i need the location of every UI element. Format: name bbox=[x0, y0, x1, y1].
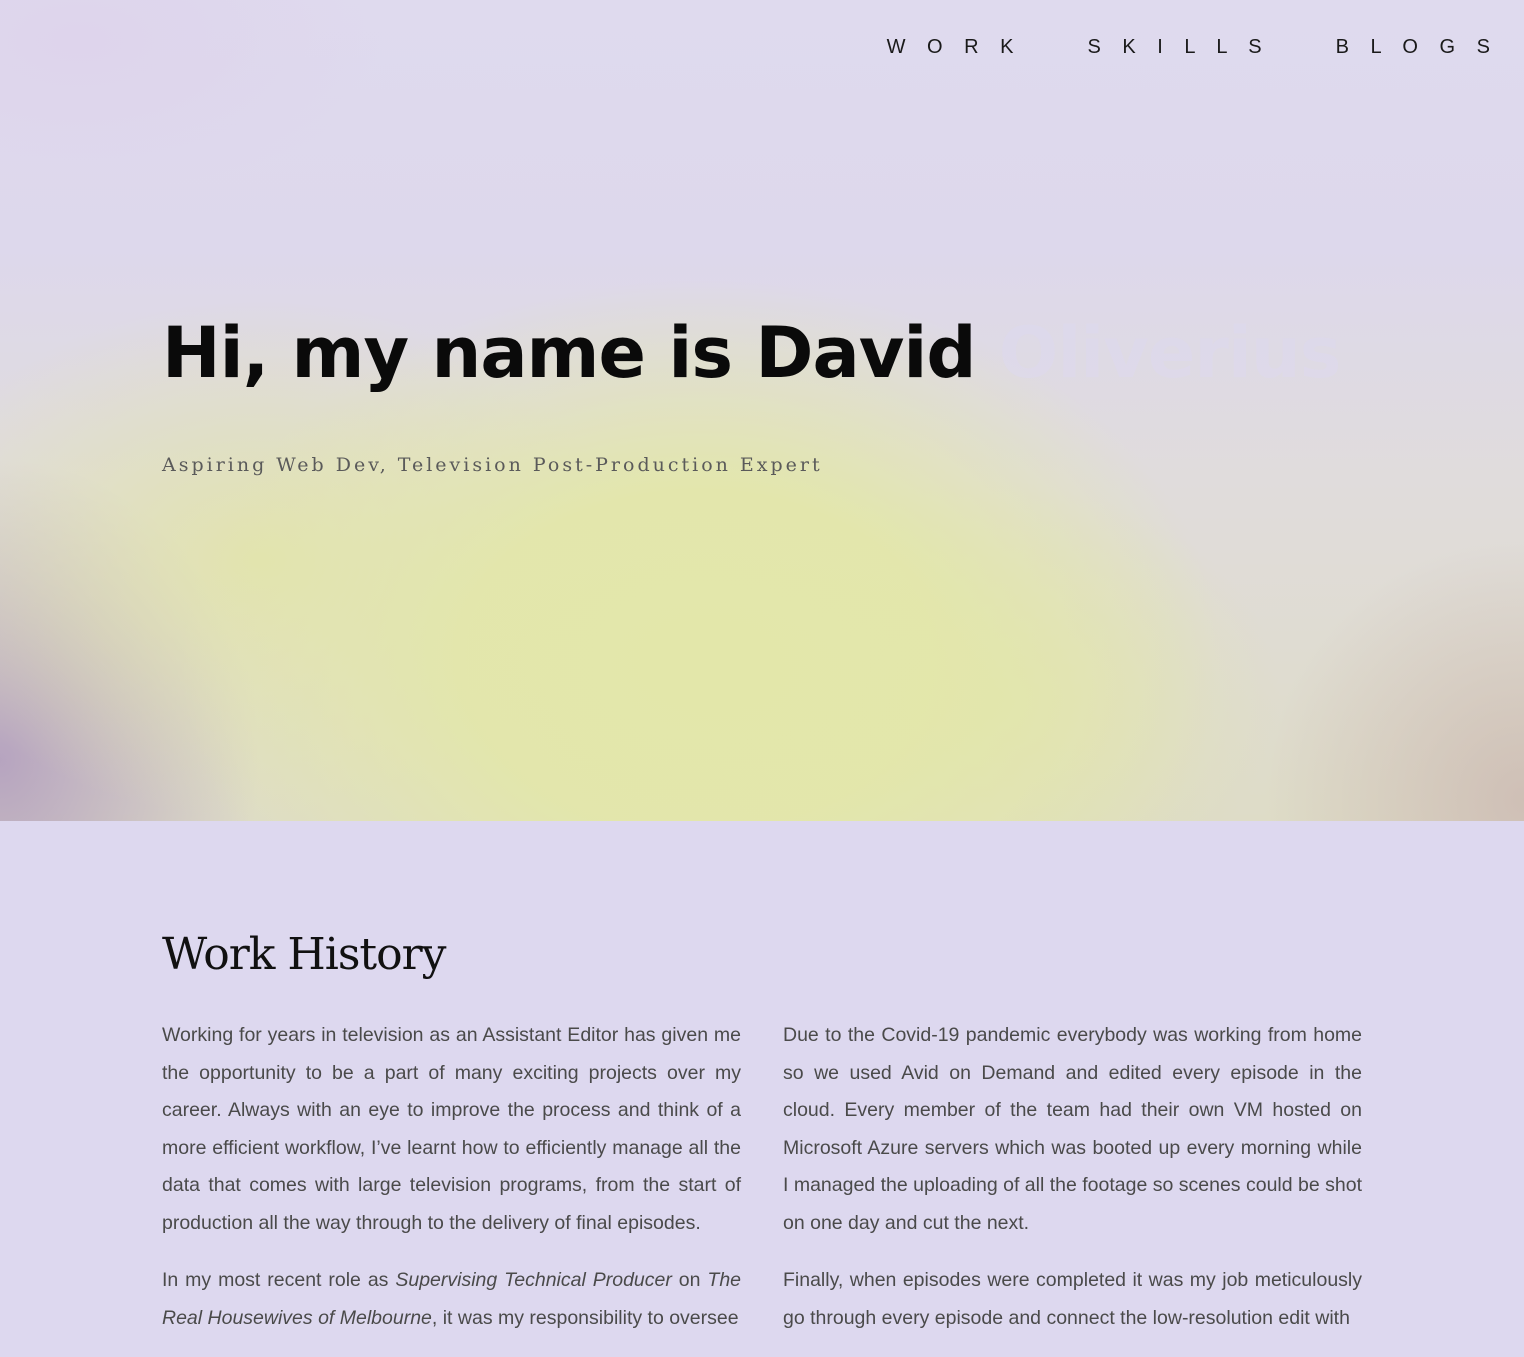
work-history-left-column: Working for years in television as an As… bbox=[162, 1017, 741, 1357]
hero-title-faded: Oliverius bbox=[975, 312, 1342, 394]
work-history-title: Work History bbox=[162, 929, 446, 980]
hero-title: Hi, my name is David Oliverius bbox=[162, 312, 1342, 394]
work-history-right-column: Due to the Covid-19 pandemic everybody w… bbox=[783, 1017, 1362, 1357]
work-paragraph-2-text-b: on bbox=[671, 1269, 708, 1291]
work-paragraph-1: Working for years in television as an As… bbox=[162, 1024, 741, 1234]
nav-link-work[interactable]: W O R K bbox=[887, 36, 1022, 59]
work-paragraph-2-text-c: , it was my responsibility to oversee bbox=[431, 1306, 739, 1329]
nav-link-blogs[interactable]: B L O G S bbox=[1336, 36, 1498, 59]
hero-title-visible: Hi, my name is David bbox=[162, 312, 976, 394]
work-paragraph-2-text-a: In my most recent role as bbox=[162, 1269, 396, 1291]
top-nav: W O R K S K I L L S B L O G S bbox=[887, 36, 1498, 59]
work-role-title: Supervising Technical Producer bbox=[395, 1269, 672, 1291]
work-paragraph-3: Due to the Covid-19 pandemic everybody w… bbox=[783, 1024, 1362, 1234]
work-paragraph-2: In my most recent role as Supervising Te… bbox=[162, 1262, 741, 1337]
hero-gradient-background bbox=[0, 0, 1524, 821]
work-history-section: Work History Working for years in televi… bbox=[0, 821, 1524, 1336]
nav-link-skills[interactable]: S K I L L S bbox=[1087, 36, 1269, 59]
hero-section: W O R K S K I L L S B L O G S Hi, my nam… bbox=[0, 0, 1524, 821]
work-paragraph-4: Finally, when episodes were completed it… bbox=[783, 1269, 1362, 1329]
hero-subtitle: Aspiring Web Dev, Television Post-Produc… bbox=[162, 454, 823, 476]
